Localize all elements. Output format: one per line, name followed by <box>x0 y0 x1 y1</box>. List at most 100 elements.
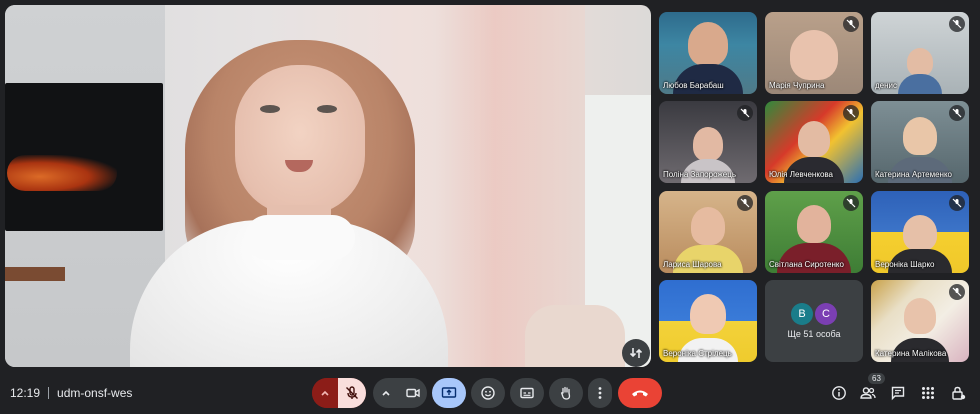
camera-icon <box>406 388 420 398</box>
participant-name: Катерина Артеменко <box>875 170 953 179</box>
participant-tile[interactable]: Катерина Малікова <box>871 280 969 362</box>
end-call-icon <box>632 390 648 397</box>
audio-options-button[interactable] <box>312 378 338 408</box>
participant-name: денис <box>875 81 898 90</box>
info-icon <box>832 386 846 400</box>
speaker-face <box>235 65 365 215</box>
participant-face <box>693 127 723 161</box>
camera-toggle-button[interactable] <box>399 378 427 408</box>
participant-tile[interactable]: Вероніка Стрілець <box>659 280 757 362</box>
avatar-stack: B C <box>791 303 837 325</box>
divider <box>48 387 50 399</box>
meeting-stage: Любов Барабаш Марія Чуприна денис Поліна… <box>0 0 980 372</box>
speaker-eye-left <box>260 105 280 113</box>
participant-face <box>904 298 936 334</box>
meeting-code[interactable]: udm-onsf-wes <box>57 386 132 400</box>
avatar-letter: C <box>822 308 830 320</box>
mic-off-icon <box>346 386 358 399</box>
mic-off-indicator <box>843 195 859 211</box>
participant-tile[interactable]: Лариса Шарова <box>659 191 757 273</box>
participant-tile[interactable]: денис <box>871 12 969 94</box>
mic-off-indicator <box>843 105 859 121</box>
apps-icon <box>922 387 934 399</box>
participant-face <box>798 121 830 157</box>
chat-button[interactable] <box>888 383 908 403</box>
main-speaker-video[interactable] <box>5 5 651 367</box>
present-icon <box>441 387 457 398</box>
participant-tile[interactable]: Юлія Левченкова <box>765 101 863 183</box>
participant-face <box>903 215 937 251</box>
chevron-up-icon <box>321 390 329 396</box>
participant-face <box>903 117 937 155</box>
video-options-button[interactable] <box>373 378 399 408</box>
mic-off-indicator <box>949 195 965 211</box>
avatar-letter: B <box>798 308 806 320</box>
participant-name: Марія Чуприна <box>769 81 825 90</box>
participant-face <box>790 30 838 80</box>
meeting-time: 12:19 <box>10 386 41 400</box>
participant-name: Поліна Запорожець <box>663 170 736 179</box>
swap-arrows-icon <box>629 348 643 358</box>
reactions-button[interactable] <box>471 378 505 408</box>
participant-name: Вероніка Шарко <box>875 260 935 269</box>
participant-face <box>690 294 726 334</box>
participant-face <box>907 48 933 76</box>
host-controls-icon <box>952 386 966 400</box>
more-participants-label: Ще 51 особа <box>787 329 841 339</box>
mic-off-indicator <box>949 105 965 121</box>
background-shelf <box>5 267 65 281</box>
chevron-up-icon <box>382 390 390 396</box>
end-call-button[interactable] <box>618 378 662 408</box>
mic-off-icon <box>952 287 962 297</box>
mic-off-indicator <box>737 105 753 121</box>
participant-name: Катерина Малікова <box>875 349 947 358</box>
raise-hand-button[interactable] <box>549 378 583 408</box>
participant-body <box>898 74 942 94</box>
mic-off-icon <box>952 19 962 29</box>
mic-off-icon <box>740 108 750 118</box>
speaker-collar <box>245 215 355 260</box>
people-button[interactable] <box>858 383 878 403</box>
participant-face <box>691 207 725 245</box>
unpin-button[interactable] <box>622 339 650 367</box>
host-controls-button[interactable] <box>948 383 968 403</box>
mic-off-icon <box>952 108 962 118</box>
more-participants-tile[interactable]: B C Ще 51 особа <box>765 280 863 362</box>
meeting-info-button[interactable] <box>829 383 849 403</box>
participant-tile[interactable]: Любов Барабаш <box>659 12 757 94</box>
mic-off-indicator <box>949 16 965 32</box>
raise-hand-icon <box>560 386 571 400</box>
mic-off-icon <box>740 198 750 208</box>
background-pillow <box>525 305 625 367</box>
background-fire <box>7 155 117 191</box>
participant-name: Вероніка Стрілець <box>663 349 732 358</box>
emoji-icon <box>481 386 495 400</box>
mic-off-icon <box>952 198 962 208</box>
participant-name: Світлана Сиротенко <box>769 260 844 269</box>
more-options-button[interactable] <box>588 378 612 408</box>
mic-off-icon <box>846 198 856 208</box>
captions-button[interactable] <box>510 378 544 408</box>
mic-off-indicator <box>843 16 859 32</box>
meeting-details: 12:19 udm-onsf-wes <box>10 386 132 400</box>
mic-off-icon <box>846 19 856 29</box>
mic-off-indicator <box>737 195 753 211</box>
participant-name: Юлія Левченкова <box>769 170 833 179</box>
participant-tile[interactable]: Катерина Артеменко <box>871 101 969 183</box>
participant-tile[interactable]: Вероніка Шарко <box>871 191 969 273</box>
people-icon <box>860 387 876 399</box>
participant-face <box>688 22 728 66</box>
captions-icon <box>520 387 534 399</box>
present-button[interactable] <box>432 378 466 408</box>
speaker-eye-right <box>317 105 337 113</box>
participant-tile[interactable]: Поліна Запорожець <box>659 101 757 183</box>
participant-tile[interactable]: Марія Чуприна <box>765 12 863 94</box>
participant-tile[interactable]: Світлана Сиротенко <box>765 191 863 273</box>
more-vert-icon <box>598 387 602 399</box>
activities-button[interactable] <box>918 383 938 403</box>
participant-name: Лариса Шарова <box>663 260 722 269</box>
chat-icon <box>891 386 905 401</box>
avatar: C <box>815 303 837 325</box>
mic-off-indicator <box>949 284 965 300</box>
participant-name: Любов Барабаш <box>663 81 724 90</box>
